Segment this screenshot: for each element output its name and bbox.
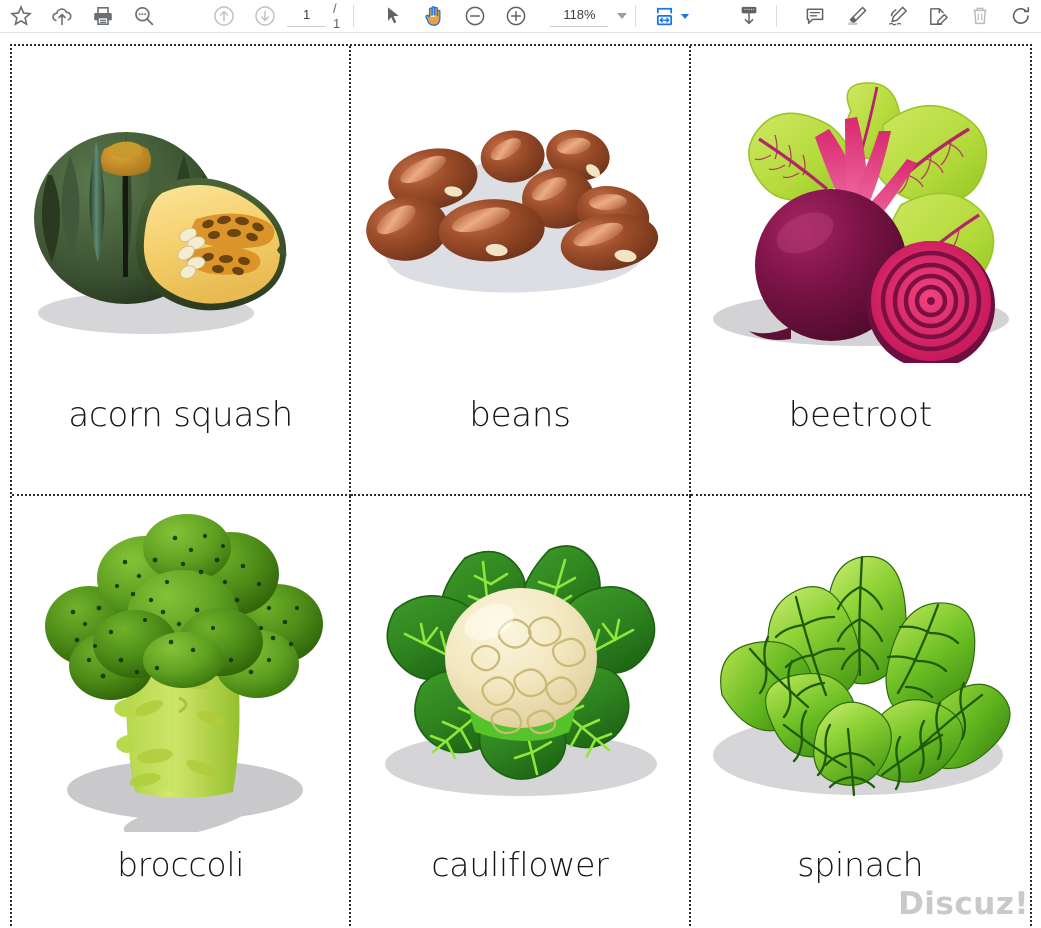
spinach-illustration (691, 496, 1030, 848)
broccoli-illustration (12, 496, 349, 848)
bookmark-star-icon[interactable] (0, 0, 41, 32)
toolbar-divider-2 (635, 5, 637, 27)
highlight-icon[interactable] (836, 0, 877, 32)
toolbar-divider-1 (353, 5, 354, 27)
zoom-in-icon[interactable] (495, 0, 536, 32)
beetroot-illustration (691, 46, 1030, 398)
page-up-icon[interactable] (203, 0, 244, 32)
zoom-level-control[interactable]: 118% (550, 0, 629, 32)
flashcard-label: broccoli (117, 845, 245, 884)
print-icon[interactable] (82, 0, 123, 32)
pdf-viewer-toolbar: 1 / 1 118% (0, 0, 1041, 33)
flashcard-label: spinach (797, 845, 924, 884)
page-number-control[interactable]: 1 / 1 (287, 0, 347, 32)
zoom-level-value[interactable]: 118% (550, 6, 609, 27)
download-icon[interactable] (729, 0, 770, 32)
cauliflower-illustration (351, 496, 688, 848)
delete-icon[interactable] (959, 0, 1000, 32)
search-icon[interactable] (123, 0, 164, 32)
flashcard-grid: acorn squash beans beetroot broccoli cau… (12, 46, 1030, 928)
flashcard-label: acorn squash (68, 395, 293, 435)
select-cursor-icon[interactable] (372, 0, 413, 32)
beans-illustration (351, 46, 688, 398)
page-total-label: / 1 (333, 1, 341, 31)
flashcard-acorn-squash[interactable]: acorn squash (12, 46, 352, 496)
chevron-down-icon[interactable] (617, 13, 628, 19)
pdf-page-viewport[interactable]: acorn squash beans beetroot broccoli cau… (0, 33, 1041, 928)
acorn-squash-illustration (12, 46, 349, 398)
flashcard-broccoli[interactable]: broccoli (12, 496, 352, 928)
page-down-icon[interactable] (244, 0, 285, 32)
toolbar-divider-3 (775, 5, 777, 27)
flashcard-beetroot[interactable]: beetroot (690, 46, 1030, 496)
signature-icon[interactable] (877, 0, 918, 32)
zoom-out-icon[interactable] (454, 0, 495, 32)
flashcard-label: beans (469, 395, 571, 435)
flashcard-beans[interactable]: beans (351, 46, 691, 496)
upload-cloud-icon[interactable] (41, 0, 82, 32)
flashcard-cauliflower[interactable]: cauliflower (351, 496, 691, 928)
hand-tool-icon[interactable] (413, 0, 454, 32)
fit-page-width-icon[interactable] (652, 0, 690, 32)
rotate-icon[interactable] (1000, 0, 1041, 32)
comment-icon[interactable] (795, 0, 836, 32)
edit-page-icon[interactable] (918, 0, 959, 32)
flashcard-spinach[interactable]: spinach (691, 496, 1030, 928)
page-number-input[interactable]: 1 (287, 6, 326, 27)
printable-flashcard-sheet: acorn squash beans beetroot broccoli cau… (10, 44, 1032, 928)
fit-options-chevron-down-icon[interactable] (681, 13, 690, 19)
flashcard-label: cauliflower (431, 845, 609, 884)
flashcard-label: beetroot (788, 395, 933, 435)
